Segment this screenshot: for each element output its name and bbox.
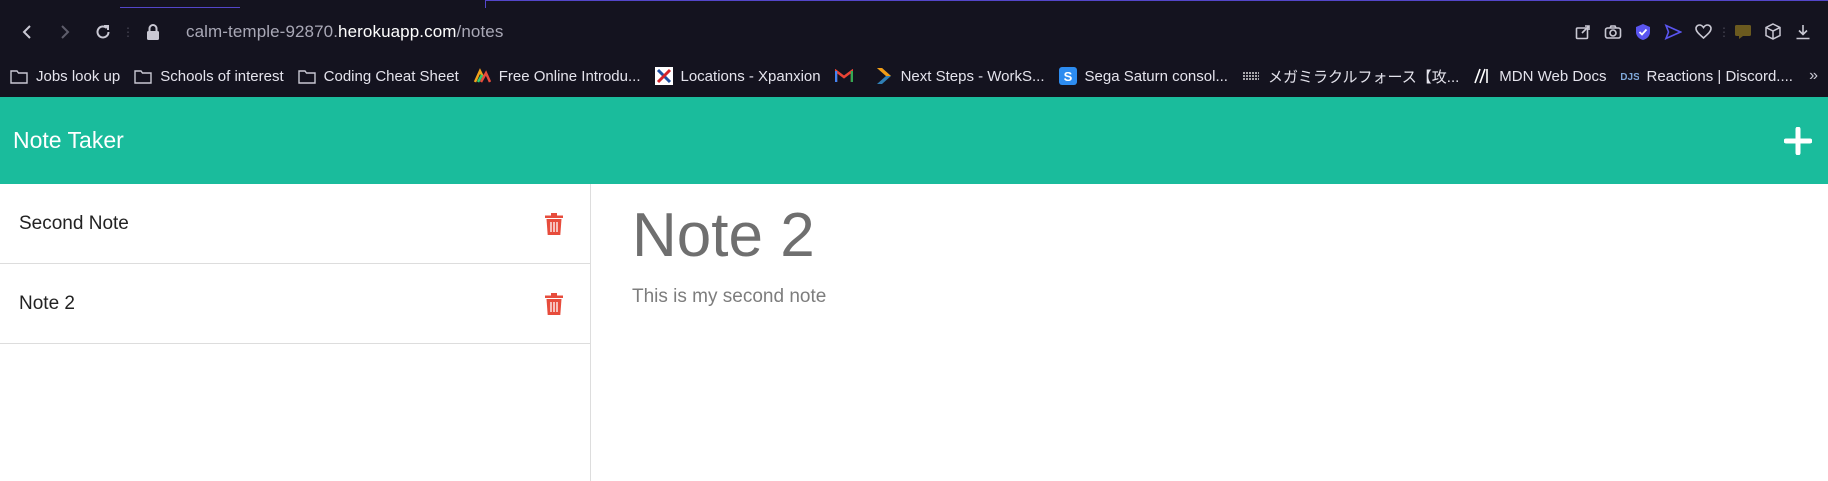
browser-chrome: ⋮ calm-temple-92870.herokuapp.com/notes (0, 0, 1828, 97)
bookmark-jobs-look-up[interactable]: Jobs look up (10, 67, 120, 85)
bookmark-mega-miracle-force[interactable]: メガミラクルフォース【攻... (1241, 66, 1460, 87)
heart-icon[interactable] (1688, 17, 1718, 47)
gmail-icon (834, 67, 853, 85)
app-title[interactable]: Note Taker (13, 127, 124, 154)
tab-edge (120, 0, 240, 8)
share-icon[interactable] (1568, 17, 1598, 47)
shield-icon[interactable] (1628, 17, 1658, 47)
bookmark-label: Schools of interest (160, 67, 284, 85)
bookmark-label: Locations - Xpanxion (680, 67, 821, 85)
reload-icon (96, 24, 110, 38)
svg-text:S: S (1063, 69, 1072, 84)
app-navbar: Note Taker (0, 97, 1828, 184)
url-subdomain: calm-temple-92870. (186, 21, 339, 41)
djs-icon: DJS (1621, 67, 1639, 85)
tab-strip (0, 0, 1828, 8)
url-host: herokuapp.com (338, 21, 457, 41)
back-button[interactable] (8, 16, 46, 48)
triangle-logo-icon (473, 67, 491, 85)
note-editor: Note 2 This is my second note (591, 184, 1828, 481)
note-title-input[interactable]: Note 2 (632, 201, 1787, 270)
folder-icon (297, 67, 316, 85)
note-list: Second Note Note 2 (0, 184, 591, 481)
bookmark-reactions-discord[interactable]: DJS Reactions | Discord.... (1621, 67, 1793, 85)
game-logo-icon (1241, 67, 1260, 85)
toolbar-separator-2: ⋮ (1718, 24, 1730, 39)
send-icon[interactable] (1658, 17, 1688, 47)
trash-icon[interactable] (543, 291, 565, 317)
url-path: /notes (456, 21, 504, 41)
bookmark-next-steps[interactable]: Next Steps - WorkS... (875, 67, 1045, 85)
bookmark-mdn-web-docs[interactable]: MDN Web Docs (1473, 67, 1607, 85)
x-logo-icon (654, 67, 673, 85)
bookmark-label: Free Online Introdu... (498, 67, 641, 85)
bookmark-label: Next Steps - WorkS... (900, 67, 1045, 85)
plus-icon (1784, 126, 1812, 155)
bookmark-label: MDN Web Docs (1499, 67, 1607, 85)
s-logo-icon: S (1058, 67, 1077, 85)
address-bar: ⋮ calm-temple-92870.herokuapp.com/notes (0, 8, 1828, 55)
bookmark-schools-of-interest[interactable]: Schools of interest (134, 67, 284, 85)
new-note-button[interactable] (1781, 124, 1815, 158)
bookmark-label: Jobs look up (36, 67, 121, 85)
bookmark-label: Sega Saturn consol... (1084, 67, 1228, 85)
note-text-area[interactable]: This is my second note (632, 286, 1787, 308)
lock-icon (146, 22, 166, 42)
main-area: Second Note Note 2 Note 2 This is my sec… (0, 184, 1828, 481)
bookmarks-bar: Jobs look up Schools of interest Coding … (0, 55, 1828, 97)
forward-button[interactable] (46, 16, 84, 48)
folder-icon (10, 67, 28, 85)
reload-button[interactable] (84, 16, 122, 48)
note-list-title[interactable]: Second Note (19, 213, 129, 235)
extensions-cube-icon[interactable] (1758, 17, 1788, 47)
forward-arrow-icon (61, 24, 70, 39)
mdn-icon (1473, 67, 1491, 85)
bookmarks-overflow-button[interactable]: » (1809, 67, 1818, 85)
chat-extension-icon[interactable] (1728, 17, 1758, 47)
chevron-logo-icon (875, 67, 893, 85)
active-tab-edge[interactable] (485, 0, 1828, 8)
bookmark-sega-saturn[interactable]: S Sega Saturn consol... (1058, 67, 1228, 85)
bookmark-label: Coding Cheat Sheet (323, 67, 459, 85)
toolbar-separator: ⋮ (122, 24, 134, 39)
url-field[interactable]: calm-temple-92870. herokuapp.com/notes (146, 22, 503, 42)
camera-icon[interactable] (1598, 17, 1628, 47)
bookmark-label: メガミラクルフォース【攻... (1267, 68, 1460, 86)
back-arrow-icon (22, 24, 31, 39)
folder-icon (134, 67, 152, 85)
list-item[interactable]: Second Note (0, 184, 590, 264)
download-icon[interactable] (1788, 17, 1818, 47)
bookmark-gmail[interactable] (834, 67, 861, 85)
toolbar-right: ⋮ (1568, 17, 1818, 47)
bookmark-free-online-intro[interactable]: Free Online Introdu... (473, 67, 641, 85)
svg-text:DJS: DJS (1621, 72, 1639, 83)
bookmark-label: Reactions | Discord.... (1646, 67, 1793, 85)
bookmark-coding-cheat-sheet[interactable]: Coding Cheat Sheet (297, 67, 459, 85)
bookmark-locations-xpanxion[interactable]: Locations - Xpanxion (654, 67, 821, 85)
trash-icon[interactable] (543, 211, 565, 237)
list-item[interactable]: Note 2 (0, 264, 590, 344)
note-list-title[interactable]: Note 2 (19, 293, 75, 315)
